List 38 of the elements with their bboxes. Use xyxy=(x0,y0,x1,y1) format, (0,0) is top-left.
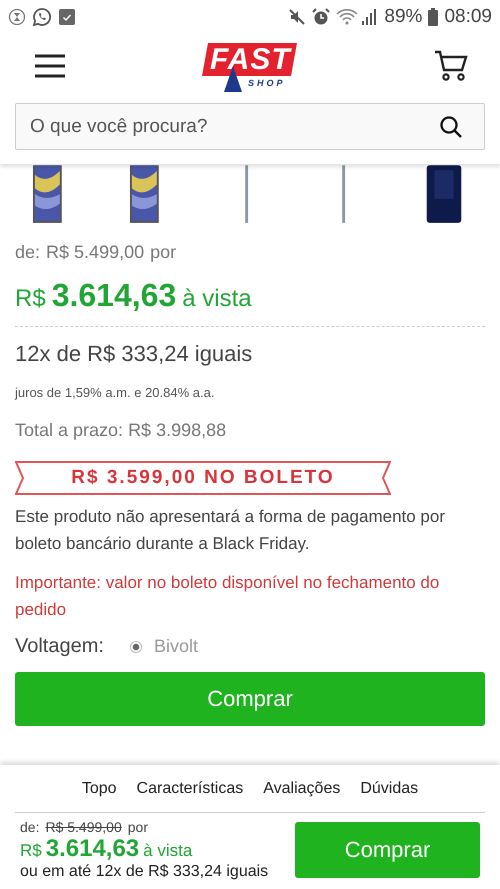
boleto-banner: R$ 3.599,00 NO BOLETO xyxy=(15,461,391,495)
alarm-icon xyxy=(312,8,330,26)
checkbox-icon xyxy=(58,8,76,26)
by-label: por xyxy=(150,242,176,263)
cart-icon[interactable] xyxy=(434,50,468,82)
old-price: R$ 5.499,00 xyxy=(46,242,144,263)
installments-text: ou em até 12x de R$ 333,24 iguais xyxy=(20,863,268,881)
radio-button[interactable] xyxy=(130,640,142,652)
from-label: de: xyxy=(20,819,40,835)
by-label: por xyxy=(128,819,148,835)
from-label: de: xyxy=(15,242,40,263)
interest-text: juros de 1,59% a.m. e 20.84% a.a. xyxy=(15,385,216,400)
cash-label: à vista xyxy=(143,841,192,861)
cash-price: 3.614,63 xyxy=(52,277,176,314)
voltage-label: Voltagem: xyxy=(15,635,105,658)
section-tab[interactable]: Topo xyxy=(82,780,117,798)
search-field[interactable]: O que você procura? xyxy=(15,103,485,150)
battery-icon xyxy=(428,8,438,26)
section-tab[interactable]: Características xyxy=(136,780,244,798)
currency: R$ xyxy=(15,285,46,313)
timer-icon xyxy=(8,8,26,26)
wifi-signal-icon xyxy=(336,8,378,26)
section-tab[interactable]: Dúvidas xyxy=(360,780,418,798)
mute-icon xyxy=(288,8,306,26)
menu-icon[interactable] xyxy=(34,54,66,78)
clock-time: 08:09 xyxy=(444,6,492,28)
battery-percentage: 89% xyxy=(384,6,422,28)
chat-icon xyxy=(32,6,52,26)
cash-label: à vista xyxy=(182,285,252,313)
boleto-notice: Este produto não apresentará a forma de pagamento por boleto bancário durante a Black Friday. xyxy=(15,506,446,555)
cash-price: 3.614,63 xyxy=(46,835,140,863)
total-text: Total a prazo: R$ 3.998,88 xyxy=(15,420,228,441)
section-tab[interactable]: Avaliações xyxy=(263,780,340,798)
currency: R$ xyxy=(20,841,42,861)
installments-text: 12x de R$ 333,24 iguais xyxy=(15,341,254,367)
search-icon[interactable] xyxy=(439,115,463,139)
important-notice: Importante: valor no boleto disponível no fechamento do pedido xyxy=(15,572,440,621)
old-price: R$ 5.499,00 xyxy=(45,819,122,835)
